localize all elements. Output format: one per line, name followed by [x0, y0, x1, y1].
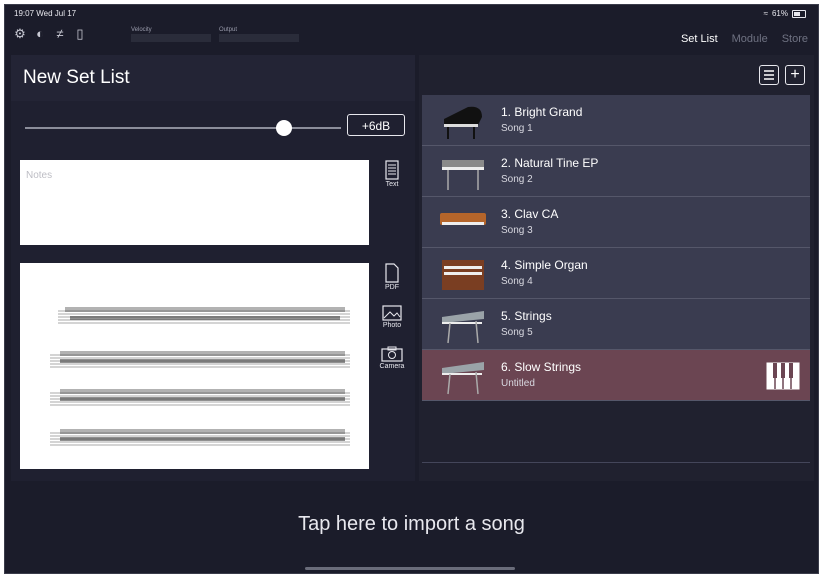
tuning-icon[interactable]: ◐	[33, 27, 47, 41]
song-subtitle: Song 1	[501, 123, 533, 134]
status-bar: 19:07 Wed Jul 17 ≈ 61%	[5, 5, 818, 23]
grand-piano-icon	[444, 106, 482, 139]
song-name: 1. Bright Grand	[501, 105, 583, 119]
song-row[interactable]: 5. Strings Song 5	[422, 299, 810, 350]
import-song-prompt[interactable]: Tap here to import a song	[5, 513, 818, 536]
list-icon	[764, 70, 774, 80]
tab-module[interactable]: Module	[732, 33, 768, 45]
photo-icon	[382, 305, 402, 321]
piano-keys-icon[interactable]	[766, 362, 800, 390]
output-meter: Output	[219, 27, 299, 42]
add-pdf-label: PDF	[385, 284, 399, 291]
camera-icon	[381, 346, 403, 362]
battery-indicator: ≈ 61%	[764, 9, 806, 18]
velocity-label: Velocity	[131, 27, 152, 33]
text-document-icon	[385, 160, 399, 180]
song-row[interactable]: 1. Bright Grand Song 1	[422, 95, 810, 146]
song-name: 2. Natural Tine EP	[501, 156, 599, 170]
add-song-button[interactable]: +	[785, 65, 805, 85]
strings-keyboard-icon	[442, 311, 484, 344]
ipad-screen: 19:07 Wed Jul 17 ≈ 61% ⚙ ◐ ≠ ▯ Velocity …	[4, 4, 819, 574]
list-divider	[422, 462, 810, 463]
setlist-title-bar: New Set List	[11, 55, 415, 101]
main-tabs: Set List Module Store	[681, 33, 808, 45]
add-camera-label: Camera	[379, 363, 405, 370]
song-subtitle: Song 4	[501, 276, 533, 287]
setlist-title[interactable]: New Set List	[23, 67, 130, 89]
tab-store[interactable]: Store	[782, 33, 808, 45]
tab-set-list[interactable]: Set List	[681, 33, 718, 45]
add-text-label: Text	[385, 181, 399, 188]
add-photo-button[interactable]: Photo	[374, 305, 410, 329]
home-indicator[interactable]	[305, 567, 515, 570]
clavinet-icon	[440, 213, 486, 225]
sheet-music-image	[50, 307, 350, 446]
notes-field[interactable]: Notes	[20, 160, 369, 245]
volume-row: +6dB	[11, 105, 415, 149]
notes-placeholder: Notes	[26, 170, 53, 181]
song-subtitle: Untitled	[501, 378, 535, 389]
output-label: Output	[219, 27, 238, 33]
add-text-button[interactable]: Text	[374, 160, 410, 188]
plus-icon: +	[790, 66, 800, 83]
document-icon[interactable]: ▯	[73, 27, 87, 41]
strings-keyboard-icon	[442, 362, 484, 395]
battery-icon	[792, 9, 806, 18]
song-row[interactable]: 4. Simple Organ Song 4	[422, 248, 810, 299]
wifi-icon: ≈	[763, 9, 768, 18]
song-subtitle: Song 5	[501, 327, 533, 338]
song-subtitle: Song 3	[501, 225, 533, 236]
setlist-detail-panel: New Set List +6dB Notes Text PDF Photo C…	[11, 55, 415, 481]
top-toolbar: ⚙ ◐ ≠ ▯ Velocity Output Set List Module …	[5, 23, 818, 53]
add-photo-label: Photo	[382, 322, 402, 329]
volume-slider-track[interactable]	[25, 127, 341, 129]
gear-icon[interactable]: ⚙	[13, 27, 27, 41]
list-view-button[interactable]	[759, 65, 779, 85]
velocity-meter: Velocity	[131, 27, 211, 42]
song-row-selected[interactable]: 6. Slow Strings Untitled	[422, 350, 810, 401]
velocity-bar	[131, 34, 211, 42]
add-pdf-button[interactable]: PDF	[374, 263, 410, 291]
pdf-document-icon	[385, 263, 399, 283]
battery-percent: 61%	[771, 9, 788, 18]
song-row[interactable]: 2. Natural Tine EP Song 2	[422, 146, 810, 197]
status-time: 19:07 Wed Jul 17	[14, 9, 77, 18]
song-name: 4. Simple Organ	[501, 258, 588, 272]
song-name: 3. Clav CA	[501, 207, 559, 221]
song-name: 5. Strings	[501, 309, 552, 323]
output-bar	[219, 34, 299, 42]
sheet-music-preview[interactable]	[20, 263, 369, 469]
organ-icon	[442, 260, 484, 290]
song-subtitle: Song 2	[501, 174, 533, 185]
import-area[interactable]: Tap here to import a song	[5, 481, 818, 573]
song-row[interactable]: 3. Clav CA Song 3	[422, 197, 810, 248]
volume-db-button[interactable]: +6dB	[347, 114, 405, 136]
volume-slider-thumb[interactable]	[276, 120, 293, 136]
song-name: 6. Slow Strings	[501, 360, 582, 374]
song-list-panel: + 1. Bright Grand Song 1 2. Natural Tine…	[419, 55, 814, 481]
electric-piano-icon	[442, 160, 484, 190]
edit-icon[interactable]: ≠	[53, 27, 67, 41]
add-camera-button[interactable]: Camera	[374, 346, 410, 370]
